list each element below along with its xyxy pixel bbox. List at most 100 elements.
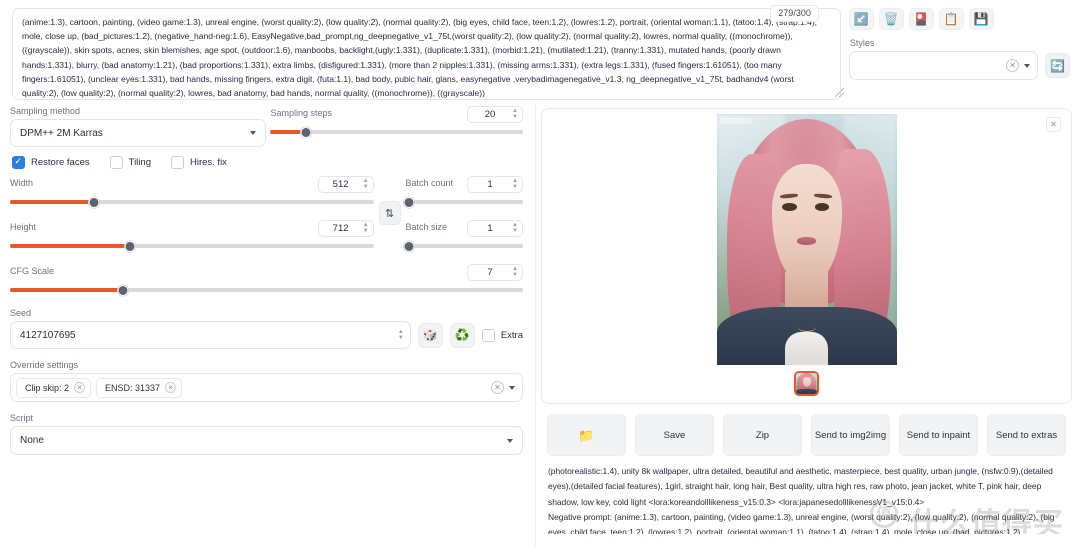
send-to-img2img-button[interactable]: Send to img2img	[811, 414, 890, 456]
seed-value: 4127107695	[20, 329, 76, 341]
height-value: 712	[332, 223, 349, 234]
stepper-icon[interactable]: ▲ ▼	[512, 222, 518, 234]
remove-tag-icon[interactable]: ✕	[74, 382, 86, 393]
pane-divider	[535, 104, 536, 548]
tiling-checkbox[interactable]: Tiling	[109, 156, 151, 169]
cfg-scale-slider[interactable]	[10, 283, 523, 297]
info-negative-prompt: Negative prompt: (anime:1.3), cartoon, p…	[548, 511, 1055, 534]
resize-grip-icon[interactable]	[834, 88, 844, 97]
generated-image[interactable]	[716, 114, 897, 365]
clear-overrides-icon[interactable]: ✕	[491, 381, 504, 394]
height-slider[interactable]	[10, 239, 374, 253]
chevron-down-icon[interactable]	[509, 385, 515, 390]
height-label: Height	[10, 222, 37, 232]
chevron-down-icon[interactable]	[250, 131, 257, 135]
swap-dimensions-button[interactable]: ⇅	[378, 201, 401, 225]
cfg-scale-label: CFG Scale	[10, 266, 55, 276]
stepper-icon[interactable]: ▲ ▼	[512, 178, 518, 190]
override-settings-field[interactable]: Clip skip: 2 ✕ ENSD: 31337 ✕ ✕	[10, 373, 523, 402]
sampling-steps-slider[interactable]	[270, 125, 523, 139]
apply-style-button[interactable]: 📋	[938, 8, 964, 30]
hires-fix-checkbox[interactable]: Hires. fix	[170, 156, 227, 169]
toolbar-column: ↙️ 🗑️ 🎴 📋 💾 Styles ✕ 🔄	[847, 4, 1076, 100]
send-to-inpaint-button[interactable]: Send to inpaint	[899, 414, 978, 456]
batch-count-slider[interactable]	[403, 195, 523, 209]
batch-group: Batch count 1 ▲ ▼ Batch size 1 ▲ ▼	[403, 176, 523, 253]
zip-button[interactable]: Zip	[723, 414, 802, 456]
clear-styles-icon[interactable]: ✕	[1006, 59, 1019, 72]
read-generation-params-button[interactable]: 🎴	[908, 8, 934, 30]
width-label: Width	[10, 178, 34, 188]
seed-input[interactable]: 4127107695 ▲ ▼	[10, 321, 411, 349]
save-button[interactable]: Save	[635, 414, 714, 456]
prompt-tool-buttons: ↙️ 🗑️ 🎴 📋 💾	[848, 8, 1070, 30]
checkbox-icon[interactable]	[481, 328, 495, 342]
stepper-icon[interactable]: ▲ ▼	[398, 329, 404, 341]
reuse-seed-button[interactable]: ♻️	[449, 322, 475, 348]
image-thumbnail-strip	[794, 371, 819, 396]
seed-row: 4127107695 ▲ ▼ 🎲 ♻️ Extra	[10, 321, 523, 349]
extra-label: Extra	[500, 329, 523, 341]
save-style-button[interactable]: 💾	[968, 8, 994, 30]
checkbox-icon[interactable]	[12, 156, 25, 169]
send-to-extras-button[interactable]: Send to extras	[987, 414, 1066, 456]
hires-fix-label: Hires. fix	[189, 157, 227, 168]
main-content: Sampling method DPM++ 2M Karras Sampling…	[0, 100, 1080, 548]
height-input[interactable]: 712 ▲ ▼	[317, 220, 374, 237]
refresh-styles-button[interactable]: 🔄	[1045, 53, 1070, 78]
generated-image-panel: ✕	[541, 108, 1072, 404]
restore-faces-checkbox[interactable]: Restore faces	[12, 156, 90, 169]
stable-diffusion-webui: 279/300 (anime:1.3), cartoon, painting, …	[0, 0, 1080, 548]
batch-count-input[interactable]: 1 ▲ ▼	[467, 176, 523, 193]
random-seed-button[interactable]: 🎲	[417, 322, 443, 348]
batch-size-value: 1	[487, 223, 493, 234]
chevron-down-icon[interactable]	[507, 438, 513, 443]
chevron-down-icon[interactable]	[1024, 63, 1030, 68]
sampling-steps-input[interactable]: 20 ▲ ▼	[467, 106, 523, 123]
stepper-icon[interactable]: ▲ ▼	[363, 178, 369, 190]
override-tag-label: ENSD: 31337	[105, 382, 161, 393]
batch-size-label: Batch size	[405, 222, 447, 232]
override-settings-label: Override settings	[10, 360, 79, 370]
stepper-icon[interactable]: ▲ ▼	[512, 108, 518, 120]
dimensions-batch-row: Width 512 ▲ ▼ Height 712 ▲ ▼ ⇅ Batch cou…	[10, 176, 523, 253]
dimensions-group: Width 512 ▲ ▼ Height 712 ▲ ▼	[10, 176, 374, 253]
script-label: Script	[10, 413, 34, 423]
batch-size-input[interactable]: 1 ▲ ▼	[467, 220, 523, 237]
generation-info-text: (photorealistic:1.4), unity 8k wallpaper…	[539, 456, 1074, 534]
width-input[interactable]: 512 ▲ ▼	[317, 176, 374, 193]
settings-pane: Sampling method DPM++ 2M Karras Sampling…	[0, 100, 535, 548]
cfg-scale-input[interactable]: 7 ▲ ▼	[467, 264, 523, 281]
clear-prompt-button[interactable]: 🗑️	[878, 8, 904, 30]
seed-label: Seed	[10, 308, 32, 318]
stepper-icon[interactable]: ▲ ▼	[512, 266, 518, 278]
sampling-steps-group: Sampling steps 20 ▲ ▼	[266, 106, 523, 147]
sampling-steps-label: Sampling steps	[270, 108, 332, 118]
script-select[interactable]: None	[10, 426, 523, 455]
image-thumbnail[interactable]	[794, 371, 819, 396]
stepper-icon[interactable]: ▲ ▼	[363, 222, 369, 234]
width-slider[interactable]	[10, 195, 374, 209]
negative-prompt-column: 279/300 (anime:1.3), cartoon, painting, …	[4, 4, 847, 100]
checkbox-icon[interactable]	[109, 156, 123, 169]
cfg-scale-value: 7	[487, 267, 493, 278]
swap-dimensions-wrap: ⇅	[374, 176, 406, 225]
checkbox-icon[interactable]	[170, 156, 184, 169]
negative-prompt-textarea[interactable]: (anime:1.3), cartoon, painting, (video g…	[12, 8, 841, 100]
override-tag-label: Clip skip: 2	[25, 382, 70, 393]
sampling-method-select[interactable]: DPM++ 2M Karras	[10, 119, 267, 147]
open-folder-button[interactable]: 📁	[547, 414, 626, 456]
remove-tag-icon[interactable]: ✕	[165, 382, 177, 393]
output-action-buttons: 📁 Save Zip Send to img2img Send to inpai…	[539, 404, 1074, 456]
sampling-method-value: DPM++ 2M Karras	[20, 127, 103, 139]
script-group: Script None	[10, 413, 523, 455]
close-icon[interactable]: ✕	[1046, 117, 1061, 132]
sampling-method-label: Sampling method	[10, 106, 81, 116]
restore-progress-button[interactable]: ↙️	[848, 8, 874, 30]
override-tag[interactable]: Clip skip: 2 ✕	[16, 377, 92, 398]
script-value: None	[20, 435, 44, 446]
extra-checkbox[interactable]: Extra	[481, 328, 523, 342]
styles-dropdown[interactable]: ✕	[848, 51, 1038, 80]
batch-size-slider[interactable]	[403, 239, 523, 253]
override-tag[interactable]: ENSD: 31337 ✕	[96, 377, 183, 398]
